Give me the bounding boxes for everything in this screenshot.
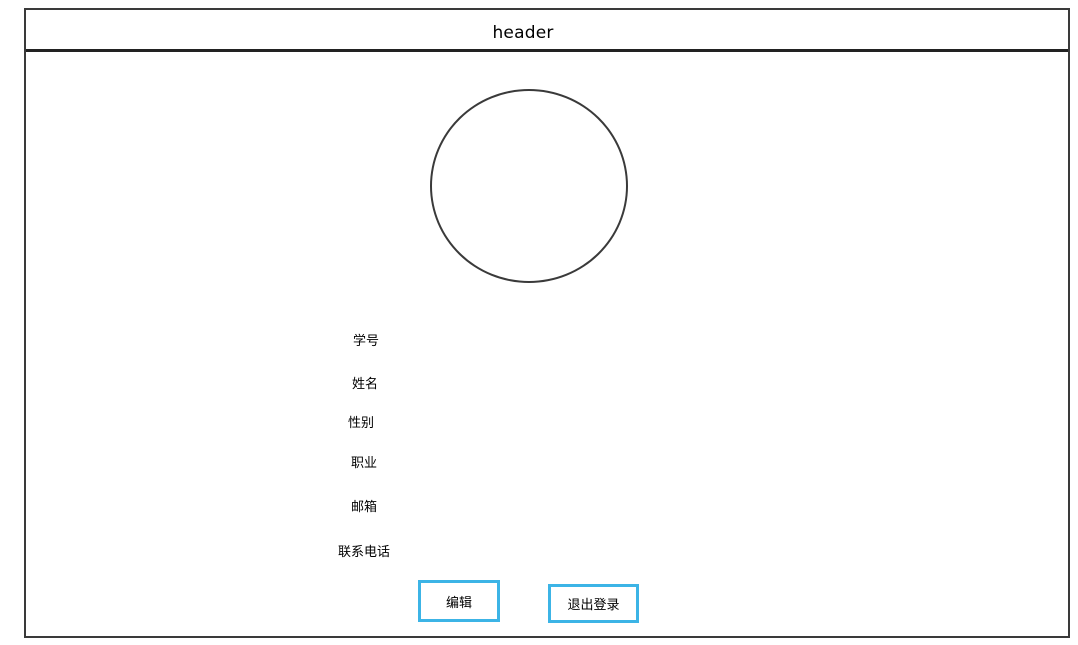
field-label-gender: 性别: [348, 416, 375, 431]
field-label-email: 邮箱: [351, 500, 378, 515]
field-label-student-id: 学号: [353, 334, 380, 349]
logout-button[interactable]: 退出登录: [548, 584, 639, 623]
page-frame: header 学号 姓名 性别 职业 邮箱 联系电话 编辑 退出登录: [24, 8, 1070, 638]
page-header: header: [26, 10, 1068, 52]
avatar: [430, 89, 628, 283]
header-title: header: [492, 22, 554, 43]
field-label-name: 姓名: [352, 377, 379, 392]
field-label-occupation: 职业: [351, 456, 378, 471]
field-label-phone: 联系电话: [338, 545, 391, 560]
edit-button[interactable]: 编辑: [418, 580, 500, 622]
